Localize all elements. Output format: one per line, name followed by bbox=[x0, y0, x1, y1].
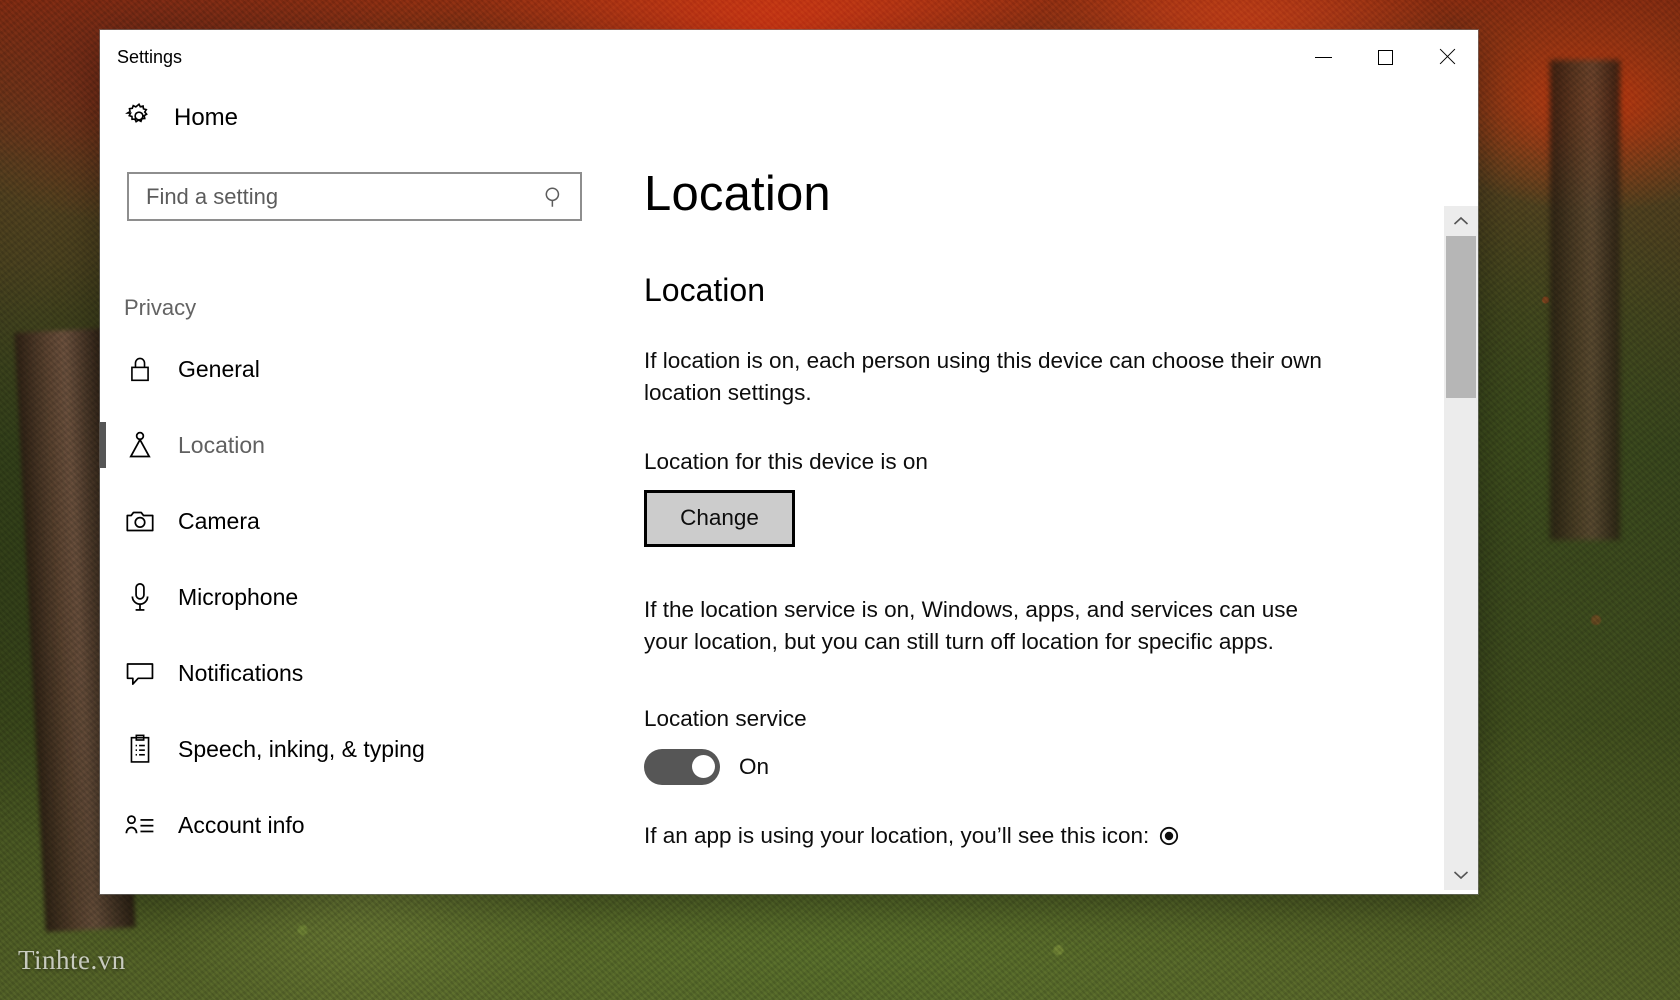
speech-bubble-icon bbox=[124, 657, 156, 689]
sidebar-item-label: Microphone bbox=[178, 583, 299, 610]
content-pane: Location Location If location is on, eac… bbox=[622, 84, 1478, 894]
location-service-toggle-row: On bbox=[644, 748, 1444, 785]
window-controls bbox=[1292, 30, 1478, 84]
camera-icon bbox=[124, 505, 156, 537]
page-title: Location bbox=[644, 167, 831, 221]
sidebar-home-label: Home bbox=[174, 104, 239, 131]
sidebar-item-notifications[interactable]: Notifications bbox=[100, 635, 622, 711]
toggle-knob bbox=[692, 754, 715, 778]
window-title: Settings bbox=[117, 47, 183, 67]
sidebar-item-label: Camera bbox=[178, 507, 260, 534]
sidebar-item-account-info[interactable]: Account info bbox=[100, 787, 622, 863]
location-icon bbox=[124, 429, 156, 461]
microphone-icon bbox=[124, 581, 156, 613]
scrollbar-thumb[interactable] bbox=[1446, 236, 1476, 398]
device-location-status: Location for this device is on bbox=[644, 448, 928, 474]
minimize-icon bbox=[1314, 56, 1332, 58]
location-description: If location is on, each person using thi… bbox=[644, 348, 1322, 405]
maximize-icon bbox=[1377, 49, 1393, 65]
watermark: Tinhte.vn bbox=[18, 945, 126, 975]
person-list-icon bbox=[124, 809, 156, 841]
close-icon bbox=[1438, 48, 1456, 66]
location-indicator-icon bbox=[1158, 825, 1180, 847]
change-button[interactable]: Change bbox=[644, 489, 795, 547]
minimize-button[interactable] bbox=[1292, 30, 1354, 84]
sidebar-section-header: Privacy bbox=[124, 295, 197, 320]
sidebar-item-home[interactable]: Home bbox=[100, 90, 622, 146]
desktop-wallpaper: Tinhte.vn Settings Home Find a setting P… bbox=[0, 0, 1680, 1000]
gear-icon bbox=[124, 101, 154, 136]
sidebar-item-label: General bbox=[178, 355, 260, 382]
navigation-pane: Home Privacy bbox=[100, 84, 622, 894]
location-icon-note-text: If an app is using your location, you’ll… bbox=[644, 822, 1150, 848]
location-icon-note: If an app is using your location, you’ll… bbox=[644, 823, 1444, 849]
sidebar-item-label: Location bbox=[178, 431, 265, 458]
lock-icon bbox=[124, 353, 156, 385]
location-service-toggle[interactable] bbox=[644, 748, 720, 785]
content-scroll-region: Location Location If location is on, eac… bbox=[622, 84, 1444, 894]
scroll-up-button[interactable] bbox=[1444, 206, 1478, 236]
sidebar-item-speech-inking-typing[interactable]: Speech, inking, & typing bbox=[100, 711, 622, 787]
location-service-toggle-state: On bbox=[739, 753, 770, 779]
scrollbar-track[interactable] bbox=[1444, 236, 1478, 860]
maximize-button[interactable] bbox=[1354, 30, 1416, 84]
content-scrollbar[interactable] bbox=[1444, 206, 1478, 890]
search-box[interactable] bbox=[127, 172, 582, 221]
window-body: Home Privacy bbox=[100, 84, 1478, 894]
sidebar-item-location[interactable]: Location bbox=[100, 407, 622, 483]
settings-window: Settings Home Find a setting Privacy Gen… bbox=[100, 30, 1478, 894]
title-bar: Settings bbox=[100, 30, 1478, 84]
scroll-down-button[interactable] bbox=[1444, 860, 1478, 890]
close-button[interactable] bbox=[1416, 30, 1478, 84]
sidebar-item-microphone[interactable]: Microphone bbox=[100, 559, 622, 635]
location-group-title: Location bbox=[644, 272, 765, 308]
sidebar-item-label: Account info bbox=[178, 811, 305, 838]
location-service-description: If the location service is on, Windows, … bbox=[644, 596, 1299, 654]
sidebar-item-label: Speech, inking, & typing bbox=[178, 735, 425, 762]
sidebar-item-camera[interactable]: Camera bbox=[100, 483, 622, 559]
location-service-label: Location service bbox=[644, 705, 807, 731]
sidebar-item-general[interactable]: General bbox=[100, 331, 622, 407]
sidebar-item-label: Notifications bbox=[178, 659, 304, 686]
search-input[interactable] bbox=[129, 174, 580, 219]
search-icon[interactable] bbox=[536, 174, 572, 219]
clipboard-icon bbox=[124, 733, 156, 765]
